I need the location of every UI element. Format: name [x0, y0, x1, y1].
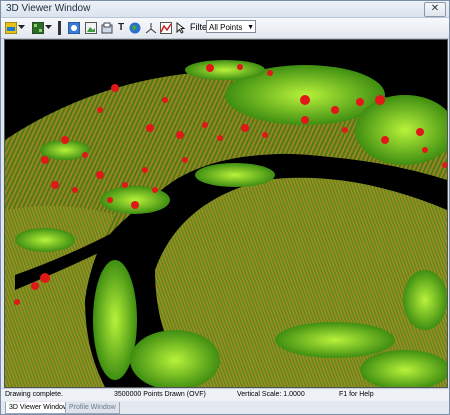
viewer-window: 3D Viewer Window ✕ T Filter: All Points …	[0, 0, 450, 415]
color-mode-icon[interactable]	[4, 20, 17, 35]
help-hint: F1 for Help	[339, 391, 374, 398]
dropdown-arrow-icon[interactable]	[44, 20, 53, 35]
window-tabs: 3D Viewer Window Profile Window	[1, 401, 449, 414]
arrow-icon[interactable]	[175, 20, 185, 35]
status-bar: Drawing complete. 3500000 Points Drawn (…	[1, 388, 449, 401]
image-icon[interactable]	[84, 20, 97, 35]
tab-3d-viewer[interactable]: 3D Viewer Window	[5, 402, 73, 414]
profile-icon[interactable]	[159, 20, 172, 35]
title-bar[interactable]: 3D Viewer Window ✕	[1, 1, 449, 18]
dropdown-arrow-icon[interactable]	[17, 20, 26, 35]
vertical-scale: Vertical Scale: 1.0000	[237, 391, 305, 398]
point-cloud-render	[5, 60, 447, 387]
3d-point-cloud-viewport[interactable]	[4, 39, 448, 388]
palette-icon[interactable]	[67, 20, 80, 35]
axis-icon[interactable]	[144, 20, 157, 35]
toolbar: T Filter: All Points ▼	[1, 18, 449, 39]
grid-mode-icon[interactable]	[31, 20, 44, 35]
status-message: Drawing complete.	[5, 391, 63, 398]
filter-dropdown[interactable]: All Points ▼	[206, 20, 256, 33]
chevron-down-icon: ▼	[247, 24, 254, 31]
tab-profile-window[interactable]: Profile Window	[65, 402, 120, 414]
globe-icon[interactable]	[128, 20, 141, 35]
window-title: 3D Viewer Window	[6, 3, 91, 14]
close-button[interactable]: ✕	[424, 2, 446, 17]
points-drawn-count: 3500000 Points Drawn (OVF)	[114, 391, 206, 398]
filter-value: All Points	[209, 23, 243, 32]
separator-icon	[56, 20, 62, 35]
text-icon[interactable]: T	[116, 20, 126, 35]
export-icon[interactable]	[100, 20, 113, 35]
